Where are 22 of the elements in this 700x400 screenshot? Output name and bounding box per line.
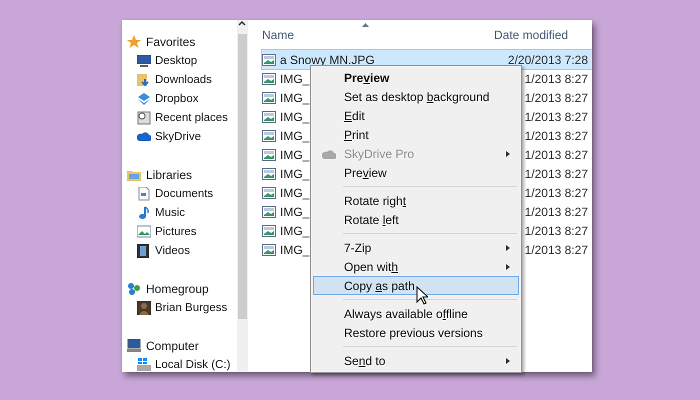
file-name: IMG_ [280, 166, 310, 180]
date-modified: 1/2013 8:27 [524, 110, 589, 124]
file-name: IMG_ [280, 72, 310, 86]
date-modified: 1/2013 8:27 [524, 90, 589, 104]
file-name: IMG_ [280, 204, 310, 218]
date-modified: 1/2013 8:27 [524, 204, 589, 218]
date-modified: 1/2013 8:27 [524, 148, 589, 162]
file-name: a Snowy MN.JPG [280, 52, 375, 66]
date-modified: 1/2013 8:27 [524, 166, 589, 180]
file-name: IMG_ [280, 128, 310, 142]
file-name: IMG_ [280, 242, 310, 256]
date-modified: 1/2013 8:27 [524, 224, 589, 238]
file-name: IMG_ [280, 90, 310, 104]
file-name: IMG_ [280, 224, 310, 238]
date-modified: 2/20/2013 7:28 [508, 52, 589, 66]
date-modified: 1/2013 8:27 [524, 128, 589, 142]
date-modified: 1/2013 8:27 [524, 242, 589, 256]
date-modified: 1/2013 8:27 [524, 186, 589, 200]
file-name: IMG_ [280, 148, 310, 162]
file-name: IMG_ [280, 186, 310, 200]
date-modified: 1/2013 8:27 [524, 72, 589, 86]
file-name: IMG_ [280, 110, 310, 124]
